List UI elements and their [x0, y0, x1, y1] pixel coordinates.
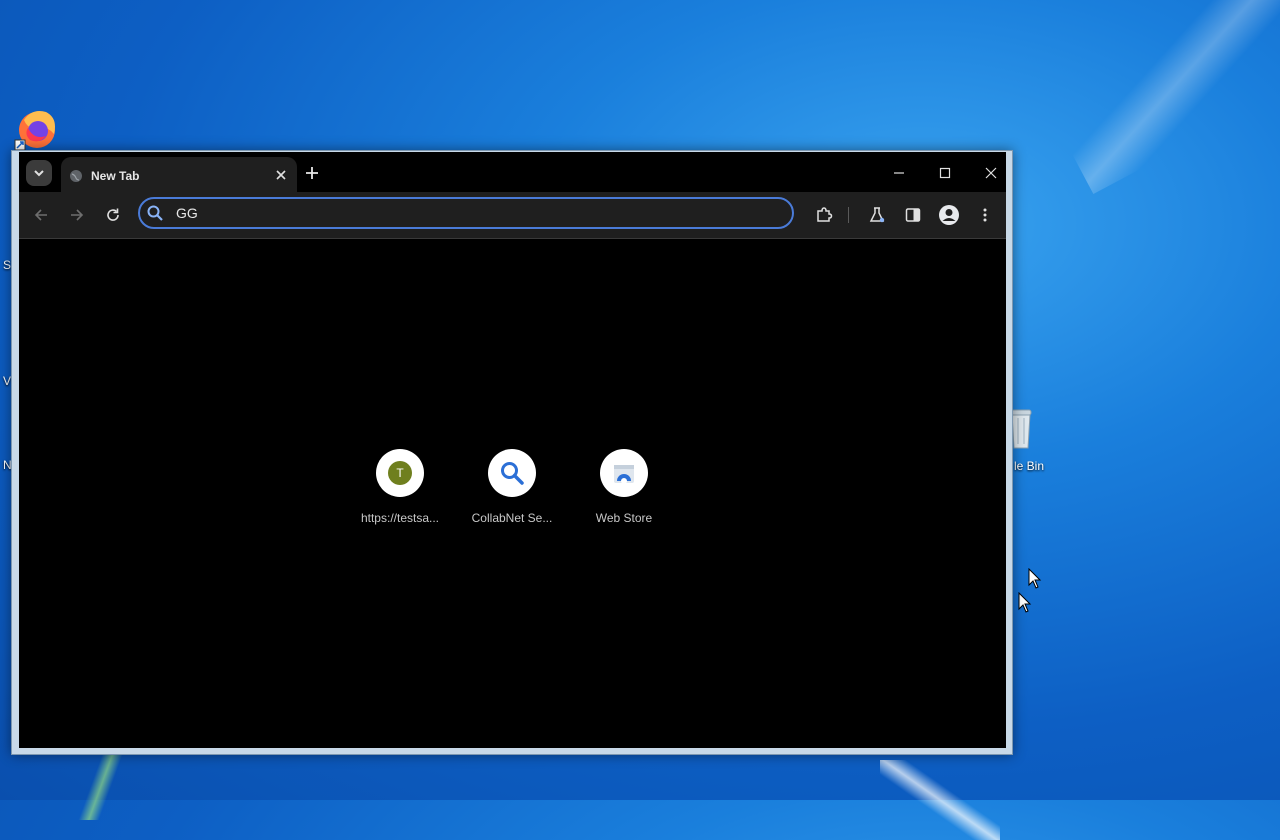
labs-button[interactable]: [865, 203, 889, 227]
recycle-bin-label: le Bin: [1014, 459, 1045, 473]
close-window-button[interactable]: [975, 160, 1007, 186]
extensions-button[interactable]: [812, 203, 836, 227]
puzzle-icon: [817, 207, 833, 222]
reload-button[interactable]: [101, 203, 125, 227]
web-store-icon: [614, 465, 634, 484]
wallpaper-light-streak: [1037, 0, 1280, 195]
minimize-button[interactable]: [883, 160, 915, 186]
shortcut-label: Web Store: [595, 511, 653, 525]
forward-button[interactable]: [65, 203, 89, 227]
wallpaper-light-streak: [880, 760, 1000, 840]
profile-button[interactable]: [937, 203, 961, 227]
mouse-cursor-icon: [1028, 568, 1042, 589]
new-tab-button[interactable]: [302, 163, 322, 183]
chevron-down-icon: [34, 170, 44, 177]
firefox-icon: [14, 111, 55, 151]
arrow-right-icon: [71, 209, 84, 221]
toolbar-separator: [848, 207, 849, 223]
close-tab-icon[interactable]: [274, 168, 288, 182]
kebab-menu-icon: [983, 208, 987, 222]
tab-title: New Tab: [91, 169, 140, 183]
address-bar[interactable]: [138, 197, 794, 229]
back-button[interactable]: [29, 203, 53, 227]
menu-button[interactable]: [973, 203, 997, 227]
shortcut-label: https://testsa...: [360, 511, 440, 525]
globe-icon: [70, 170, 82, 182]
tab-new-tab[interactable]: New Tab: [61, 157, 297, 192]
shortcut-icon-circle: [600, 449, 648, 497]
shortcut-icon-circle: T: [376, 449, 424, 497]
new-tab-page: T https://testsa... CollabNet Se... Web …: [19, 239, 1006, 748]
firefox-desktop-icon[interactable]: [14, 106, 60, 152]
letter-avatar-icon: T: [388, 461, 412, 485]
mouse-cursor-icon: [1018, 592, 1032, 613]
flask-icon: [869, 207, 885, 223]
shortcut-label: CollabNet Se...: [471, 511, 553, 525]
maximize-button[interactable]: [929, 160, 961, 186]
desktop-icon-label-partial: S: [3, 258, 12, 272]
search-icon: [501, 462, 524, 485]
maximize-icon: [939, 167, 951, 179]
browser-window: New Tab GG T https://testsa... CollabNet…: [11, 150, 1013, 755]
shortcut-tile[interactable]: T https://testsa...: [350, 449, 450, 525]
desktop-icon-label-partial: V: [3, 374, 12, 388]
shortcut-icon-circle: [488, 449, 536, 497]
side-panel-button[interactable]: [901, 203, 925, 227]
tab-strip: New Tab: [19, 152, 1006, 192]
tab-search-button[interactable]: [26, 160, 52, 186]
search-icon: [147, 205, 163, 221]
close-icon: [985, 167, 997, 179]
minimize-icon: [894, 172, 904, 174]
browser-toolbar: [19, 192, 1006, 239]
address-input[interactable]: [176, 204, 766, 222]
reload-icon: [107, 208, 119, 221]
side-panel-icon: [905, 208, 921, 222]
arrow-left-icon: [34, 209, 47, 221]
shortcut-tile[interactable]: CollabNet Se...: [462, 449, 562, 525]
shortcut-tile[interactable]: Web Store: [574, 449, 674, 525]
avatar-icon: [939, 205, 959, 225]
